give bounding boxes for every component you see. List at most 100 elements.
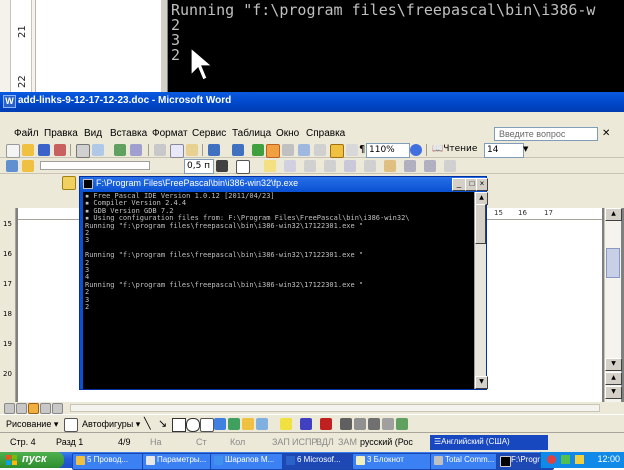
reading-mode-button[interactable]: 📖Чтение (432, 144, 477, 154)
print-preview-icon[interactable] (92, 144, 104, 156)
chevron-down-icon[interactable]: ▼ (523, 145, 528, 153)
cut-icon[interactable] (154, 144, 166, 156)
task-notepad[interactable]: 3 Блокнот (352, 453, 438, 470)
status-overtype[interactable]: ЗАМ (338, 437, 357, 447)
research-icon[interactable] (130, 144, 142, 156)
close-icon[interactable]: × (476, 178, 488, 191)
drawing-menu[interactable]: Рисование ▾ (6, 419, 58, 430)
distribute-rows-icon[interactable] (364, 160, 376, 172)
border-icon[interactable] (236, 160, 250, 174)
tables-borders-icon[interactable] (266, 144, 280, 158)
normal-view-icon[interactable] (4, 403, 15, 414)
menu-view[interactable]: Вид (84, 128, 102, 139)
insert-table-icon[interactable] (282, 144, 294, 156)
zoom-select[interactable]: 110% (366, 143, 410, 158)
redo-icon[interactable] (232, 144, 244, 156)
arrow-icon[interactable]: ↘ (158, 417, 167, 430)
line-color-icon[interactable] (300, 418, 312, 430)
menu-window[interactable]: Окно (276, 128, 299, 139)
picture-icon[interactable] (256, 418, 268, 430)
arrow-style-icon[interactable] (368, 418, 380, 430)
drawing-icon[interactable] (330, 144, 344, 158)
scroll-down-icon[interactable]: ▼ (605, 358, 622, 371)
task-settings[interactable]: Параметры... (142, 453, 218, 470)
show-formatting-icon[interactable]: ¶ (359, 144, 365, 155)
menu-edit[interactable]: Правка (44, 128, 78, 139)
scroll-thumb[interactable] (475, 204, 486, 244)
print-icon[interactable] (76, 144, 90, 158)
clipart-icon[interactable] (242, 418, 254, 430)
line-width-select[interactable]: 0,5 п (184, 159, 214, 174)
spelling-icon[interactable] (114, 144, 126, 156)
font-color-icon[interactable] (320, 418, 332, 430)
sum-icon[interactable] (444, 160, 456, 172)
menu-insert[interactable]: Вставка (110, 128, 147, 139)
menu-table[interactable]: Таблица (232, 128, 271, 139)
select-objects-icon[interactable] (64, 418, 78, 432)
help-icon[interactable] (410, 144, 422, 156)
dash-style-icon[interactable] (354, 418, 366, 430)
start-button[interactable]: пуск (0, 452, 64, 468)
keyboard-language-indicator[interactable]: ☰Английский (США) (430, 435, 548, 450)
rectangle-icon[interactable] (172, 418, 186, 432)
border-color-icon[interactable] (216, 160, 228, 172)
menu-file[interactable]: Файл (14, 128, 39, 139)
tray-volume-icon[interactable] (575, 455, 584, 464)
autoformat-icon[interactable] (384, 160, 396, 172)
document-map-icon[interactable] (346, 144, 358, 156)
document-scrollbar[interactable]: ▲ ▼ ▲ ▼ (604, 208, 622, 402)
save-icon[interactable] (38, 144, 50, 156)
next-page-icon[interactable]: ▼ (605, 386, 622, 399)
styles-icon[interactable] (6, 160, 18, 172)
word-title-bar[interactable]: W add-links-9-12-17-12-23.doc - Microsof… (0, 92, 624, 112)
reading-view-icon[interactable] (52, 403, 63, 414)
insert-excel-icon[interactable] (298, 144, 310, 156)
status-extend[interactable]: ВДЛ (316, 437, 334, 447)
diagram-icon[interactable] (228, 418, 240, 430)
line-style-icon[interactable] (340, 418, 352, 430)
sort-icon[interactable] (424, 160, 436, 172)
status-track-changes[interactable]: ИСПР (292, 437, 317, 447)
clock[interactable]: 12:00 (597, 454, 620, 464)
textbox-icon[interactable] (200, 418, 214, 432)
status-record[interactable]: ЗАП (272, 437, 290, 447)
new-icon[interactable] (6, 144, 20, 158)
shading-icon[interactable] (264, 160, 276, 172)
menu-format[interactable]: Формат (152, 128, 188, 139)
minimize-icon[interactable]: _ (452, 178, 466, 191)
console-app-icon[interactable] (83, 179, 93, 189)
3d-icon[interactable] (396, 418, 408, 430)
console-scrollbar[interactable]: ▲ ▼ (474, 192, 488, 389)
tray-network-icon[interactable] (561, 455, 570, 464)
line-icon[interactable]: ╲ (144, 417, 151, 430)
line-style-select[interactable] (40, 161, 150, 170)
permission-icon[interactable] (54, 144, 66, 156)
console-title-bar[interactable]: F:\Program Files\FreePascal\bin\i386-win… (80, 177, 488, 191)
paste-icon[interactable] (186, 144, 198, 156)
oval-icon[interactable] (186, 418, 200, 432)
horizontal-scrollbar[interactable] (70, 404, 600, 412)
copy-icon[interactable] (170, 144, 184, 158)
print-layout-icon[interactable] (28, 403, 39, 414)
wordart-icon[interactable] (214, 418, 226, 430)
word-app-icon[interactable]: W (3, 95, 16, 108)
font-size-select[interactable]: 14 (484, 143, 524, 158)
scroll-up-icon[interactable]: ▲ (605, 208, 622, 221)
text-direction-icon[interactable] (404, 160, 416, 172)
close-document-icon[interactable]: ✕ (602, 128, 610, 139)
autoshapes-menu[interactable]: Автофигуры ▾ (82, 419, 140, 430)
undo-icon[interactable] (208, 144, 220, 156)
fill-color-icon[interactable] (280, 418, 292, 430)
scroll-thumb[interactable] (606, 248, 620, 278)
insert-table-icon[interactable] (284, 160, 296, 172)
split-cells-icon[interactable] (324, 160, 336, 172)
align-icon[interactable] (344, 160, 356, 172)
task-word[interactable]: 6 Microsof... (282, 453, 360, 470)
shadow-icon[interactable] (382, 418, 394, 430)
menu-tools[interactable]: Сервис (192, 128, 226, 139)
tray-antivirus-icon[interactable] (547, 455, 556, 464)
hyperlink-icon[interactable] (252, 144, 264, 156)
open-icon[interactable] (22, 144, 34, 156)
warning-icon[interactable] (62, 176, 76, 190)
task-explorer[interactable]: 5 Провод... (72, 453, 150, 470)
